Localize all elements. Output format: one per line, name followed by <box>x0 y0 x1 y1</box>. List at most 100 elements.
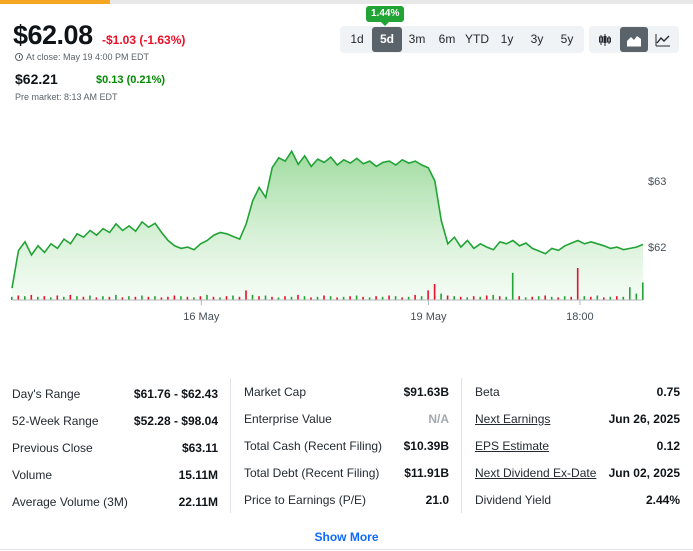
stat-value: $10.39B <box>403 438 449 453</box>
volume-bar <box>89 295 91 300</box>
stat-label: Beta <box>475 384 500 399</box>
volume-bar <box>173 295 176 300</box>
pre-market-price: $62.21 <box>15 71 58 87</box>
range-3m-button[interactable]: 3m <box>402 27 432 52</box>
volume-bar <box>199 296 202 300</box>
stat-row: Day's Range $61.76 - $62.43 <box>12 380 218 407</box>
volume-bar <box>206 294 208 300</box>
x-axis-label: 16 May <box>183 311 220 323</box>
volume-bar <box>616 296 618 300</box>
range-5d-button[interactable]: 5d <box>372 27 402 52</box>
x-axis-label: 18:00 <box>566 311 594 323</box>
volume-bar <box>498 296 501 300</box>
volume-bar <box>492 294 494 300</box>
volume-bar <box>583 296 586 300</box>
volume-bar <box>30 294 33 300</box>
stat-value: 0.75 <box>656 384 680 399</box>
stat-row: Market Cap $91.63B <box>244 378 449 405</box>
volume-bar <box>537 296 540 300</box>
clock-icon <box>15 53 23 61</box>
area-chart-icon <box>626 35 641 46</box>
range-ytd-button[interactable]: YTD <box>462 27 492 52</box>
eps-estimate-link[interactable]: EPS Estimate <box>475 439 549 453</box>
stat-value: Jun 26, 2025 <box>608 411 680 426</box>
volume-bar <box>323 295 325 300</box>
volume-bar <box>225 296 228 300</box>
volume-bar <box>128 296 130 300</box>
stat-value: 21.0 <box>425 492 449 507</box>
stat-label: Price to Earnings (P/E) <box>244 492 367 507</box>
volume-bar <box>258 296 260 300</box>
line-chart-button[interactable] <box>650 27 677 52</box>
line-chart-icon <box>655 33 671 46</box>
volume-bar <box>576 268 579 300</box>
stat-value: $91.63B <box>403 384 449 399</box>
stat-value: 2.44% <box>645 492 680 507</box>
volume-bar <box>635 293 638 300</box>
volume-bar <box>251 294 254 300</box>
volume-bar <box>427 290 429 300</box>
stat-label: Enterprise Value <box>244 411 332 426</box>
stat-label: Average Volume (3M) <box>12 494 128 509</box>
price-chart[interactable]: 16 May 19 May 18:00 $63 $62 <box>0 108 693 338</box>
price-change: -$1.03 (-1.63%) <box>102 33 186 47</box>
next-earnings-link[interactable]: Next Earnings <box>475 412 550 426</box>
volume-bar <box>642 282 644 300</box>
area-chart-button[interactable] <box>620 27 648 52</box>
stat-value: N/A <box>428 411 449 426</box>
range-1d-button[interactable]: 1d <box>342 27 372 52</box>
time-range-selector: 1d 5d 3m 6m YTD 1y 3y 5y <box>340 26 584 53</box>
pre-market-change: $0.13 (0.21%) <box>96 74 166 86</box>
stat-label: Total Cash (Recent Filing) <box>244 438 383 453</box>
volume-bar <box>544 295 546 300</box>
price-chart-svg: 16 May 19 May 18:00 $63 $62 <box>11 149 666 323</box>
volume-bar <box>453 296 455 300</box>
stat-value: 0.12 <box>656 438 680 453</box>
next-dividend-link[interactable]: Next Dividend Ex-Date <box>475 466 596 480</box>
stat-label: Volume <box>12 467 53 482</box>
stat-label: Total Debt (Recent Filing) <box>244 465 380 480</box>
range-5y-button[interactable]: 5y <box>552 27 582 52</box>
volume-bar <box>355 295 358 300</box>
volume-bar <box>518 296 520 300</box>
volume-bar <box>440 293 442 300</box>
volume-bar <box>375 296 377 300</box>
close-time: At close: May 19 4:00 PM EDT <box>15 52 149 62</box>
stat-label: Market Cap <box>244 384 307 399</box>
close-time-label: At close: May 19 4:00 PM EDT <box>26 52 150 62</box>
volume-bar <box>297 294 299 300</box>
stat-row: Total Debt (Recent Filing) $11.91B <box>244 459 449 486</box>
volume-bar <box>69 294 72 300</box>
volume-bar <box>232 295 234 300</box>
range-3y-button[interactable]: 3y <box>522 27 552 52</box>
volume-bar <box>102 296 104 300</box>
show-more-button[interactable]: Show More <box>0 530 693 544</box>
range-6m-button[interactable]: 6m <box>432 27 462 52</box>
volume-bar <box>264 295 267 300</box>
stat-value: Jun 02, 2025 <box>608 465 680 480</box>
stat-row: Volume 15.11M <box>12 461 218 488</box>
volume-bar <box>245 290 247 300</box>
x-axis-label: 19 May <box>410 311 447 323</box>
volume-bar <box>394 296 397 300</box>
stat-row: Next Dividend Ex-Date Jun 02, 2025 <box>475 459 680 486</box>
volume-bar <box>446 295 449 300</box>
stat-row: Dividend Yield 2.44% <box>475 486 680 513</box>
stat-label: Dividend Yield <box>475 492 552 507</box>
stat-label: 52-Week Range <box>12 413 99 428</box>
volume-bar <box>17 295 20 300</box>
stat-value: $11.91B <box>404 465 449 480</box>
volume-bar <box>115 294 117 300</box>
volume-bar <box>388 295 390 300</box>
stat-value: 15.11M <box>178 467 218 482</box>
stat-row: Enterprise Value N/A <box>244 405 449 432</box>
volume-bar <box>284 296 286 300</box>
chart-type-selector <box>589 26 679 53</box>
candlestick-chart-button[interactable] <box>591 27 618 52</box>
volume-bar <box>596 295 599 300</box>
volume-bar <box>414 294 416 300</box>
volume-bar <box>141 295 143 300</box>
range-1y-button[interactable]: 1y <box>492 27 522 52</box>
range-change-badge: 1.44% <box>366 6 405 26</box>
volume-bar <box>56 295 59 300</box>
